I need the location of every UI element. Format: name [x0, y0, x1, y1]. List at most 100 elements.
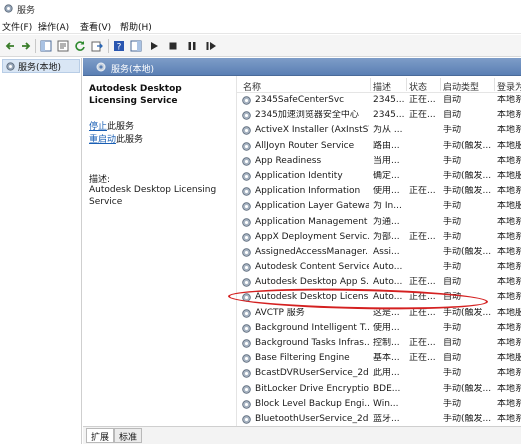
pause-icon[interactable]	[185, 39, 199, 53]
description-text: Autodesk Desktop Licensing Service	[89, 185, 217, 207]
table-row[interactable]: AssignedAccessManager... Assi... 手动(触发... 本…	[237, 245, 521, 260]
list-header: 名称 描述 状态 启动类型 登录为	[237, 76, 521, 93]
table-row[interactable]: 2345SafeCenterSvc 2345... 正在... 自动 本地系	[237, 93, 521, 108]
column-header-description[interactable]: 描述	[373, 80, 391, 93]
service-status: 正在...	[409, 186, 436, 197]
panel-icon[interactable]	[129, 39, 143, 53]
service-startup-type: 手动	[443, 155, 462, 166]
table-row[interactable]: Background Tasks Infras... 控制... 正在... 自动 本地…	[237, 336, 521, 351]
svg-text:?: ?	[117, 43, 122, 53]
service-name: Block Level Backup Engi...	[255, 398, 369, 409]
table-row[interactable]: App Readiness 当用... 手动 本地系	[237, 154, 521, 169]
menu-file[interactable]: 文件(F)	[2, 20, 32, 33]
service-gear-icon	[242, 217, 251, 227]
service-description: 控制...	[373, 338, 400, 348]
help-icon[interactable]: ?	[112, 39, 126, 53]
stop-icon[interactable]	[166, 39, 180, 53]
service-logon-as: 本地系	[497, 125, 521, 136]
column-divider[interactable]	[494, 78, 495, 91]
tab-extended[interactable]: 扩展	[86, 428, 115, 443]
table-row[interactable]: BcastDVRUserService_2d... 此用... 手动 本地系	[237, 366, 521, 381]
tab-standard[interactable]: 标准	[114, 428, 143, 443]
table-row[interactable]: ActiveX Installer (AxInstSV) 为从 ... 手动 本地系	[237, 123, 521, 138]
column-header-status[interactable]: 状态	[409, 80, 427, 93]
service-gear-icon	[242, 202, 251, 212]
forward-arrow-icon[interactable]	[19, 39, 33, 53]
service-gear-icon	[242, 324, 251, 333]
back-arrow-icon[interactable]	[3, 39, 17, 53]
service-logon-as: 本地系	[497, 383, 521, 394]
table-row[interactable]: Autodesk Desktop Licens... Auto... 正在... 自动…	[237, 290, 521, 305]
tree-item-services-local[interactable]: 服务(本地)	[2, 59, 80, 73]
table-row[interactable]: Application Layer Gatewa... 为 In... 手动 本地服	[237, 199, 521, 214]
table-row[interactable]: Base Filtering Engine 基本... 正在... 自动 本地服	[237, 351, 521, 366]
service-gear-icon	[242, 278, 251, 288]
menu-view[interactable]: 查看(V)	[80, 20, 111, 33]
menu-help[interactable]: 帮助(H)	[120, 20, 152, 33]
column-divider[interactable]	[440, 78, 441, 91]
table-row[interactable]: Application Identity 确定... 手动(触发... 本地服	[237, 169, 521, 184]
service-description: Win...	[373, 398, 399, 409]
service-name: App Readiness	[255, 155, 322, 166]
table-row[interactable]: AppX Deployment Servic... 为部... 正在... 手动 本地系	[237, 230, 521, 245]
restart-icon[interactable]	[204, 39, 218, 53]
service-startup-type: 手动	[443, 231, 462, 242]
service-logon-as: 本地系	[497, 398, 521, 409]
table-row[interactable]: Autodesk Desktop App S... Auto... 正在... 自动 本…	[237, 275, 521, 290]
service-startup-type: 手动(触发...	[443, 383, 492, 394]
table-row[interactable]: BluetoothUserService_2d... 蓝牙... 手动(触发... 本…	[237, 412, 521, 426]
service-gear-icon	[242, 415, 251, 424]
table-row[interactable]: Autodesk Content Service Auto... 手动 本地系	[237, 260, 521, 275]
service-gear-icon	[242, 354, 251, 363]
table-row[interactable]: Block Level Backup Engi... Win... 手动 本地系	[237, 397, 521, 412]
service-description: 使用...	[373, 186, 400, 197]
table-row[interactable]: 2345加速浏览器安全中心 2345... 正在... 自动 本地系	[237, 108, 521, 123]
table-row[interactable]: AllJoyn Router Service 路由... 手动(触发... 本地服	[237, 139, 521, 154]
service-logon-as: 本地系	[497, 231, 521, 242]
service-name: Application Information	[255, 186, 361, 197]
service-gear-icon	[242, 232, 251, 242]
column-header-name[interactable]: 名称	[243, 80, 261, 93]
service-logon-as: 本地服	[497, 140, 521, 151]
service-startup-type: 手动	[443, 125, 462, 136]
service-status: 正在...	[409, 353, 436, 364]
play-icon[interactable]	[147, 39, 161, 53]
stop-service-link[interactable]: 停止	[89, 122, 107, 132]
service-name: Application Management	[255, 216, 368, 227]
column-divider[interactable]	[406, 78, 407, 91]
service-logon-as: 本地系	[497, 246, 521, 257]
service-gear-icon	[242, 156, 251, 166]
service-status: 正在...	[409, 307, 436, 318]
column-divider[interactable]	[370, 78, 371, 91]
service-gear-icon	[242, 248, 251, 257]
restart-service-link[interactable]: 重启动	[89, 135, 116, 145]
table-row[interactable]: BitLocker Drive Encryptio... BDE... 手动(触发.…	[237, 382, 521, 397]
table-row[interactable]: Application Management 为通... 手动 本地系	[237, 215, 521, 230]
toolbar-divider	[108, 39, 109, 53]
table-row[interactable]: AVCTP 服务 这是... 正在... 手动(触发... 本地服	[237, 306, 521, 321]
service-gear-icon	[242, 187, 251, 196]
service-logon-as: 本地系	[497, 277, 521, 288]
export-icon[interactable]	[90, 39, 104, 53]
table-row[interactable]: Background Intelligent T... 使用... 手动 本地系	[237, 321, 521, 336]
service-gear-icon	[242, 126, 251, 136]
column-header-startup-type[interactable]: 启动类型	[443, 80, 479, 93]
refresh-icon[interactable]	[73, 39, 87, 53]
properties-icon[interactable]	[56, 39, 70, 53]
menu-action[interactable]: 操作(A)	[38, 20, 69, 33]
service-logon-as: 本地系	[497, 338, 521, 348]
service-description: 为部...	[373, 231, 400, 242]
title-bar: 服务	[0, 0, 521, 17]
show-tree-icon[interactable]	[39, 39, 53, 53]
service-gear-icon	[242, 384, 251, 394]
service-logon-as: 本地系	[497, 155, 521, 166]
service-startup-type: 手动	[443, 262, 462, 273]
service-description: 蓝牙...	[373, 413, 400, 424]
service-gear-icon	[242, 399, 251, 409]
service-name: Autodesk Content Service	[255, 262, 369, 273]
service-startup-type: 自动	[443, 338, 462, 348]
column-header-logon-as[interactable]: 登录为	[497, 80, 521, 93]
service-gear-icon	[242, 369, 251, 379]
service-logon-as: 本地服	[497, 307, 521, 318]
table-row[interactable]: Application Information 使用... 正在... 手动(触发..…	[237, 184, 521, 199]
